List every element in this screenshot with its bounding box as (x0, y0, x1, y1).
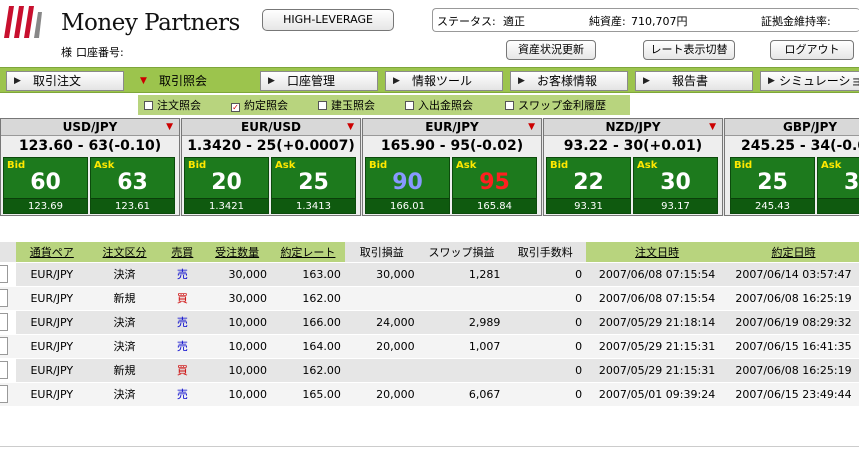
refresh-assets-button[interactable]: 資産状況更新 (506, 40, 596, 60)
row-handle[interactable] (0, 337, 8, 355)
app-root: Money Partners 様口座番号: HIGH-LEVERAGE ステータ… (0, 0, 859, 462)
execution-table-grid: 通貨ペア 注文区分 売買 受注数量 約定レート 取引損益 スワップ損益 取引手数… (0, 242, 859, 406)
checkbox-icon (405, 101, 414, 110)
nav-item-trade-order[interactable]: ▶ 取引注文 (6, 71, 124, 91)
subnav-execution-inquiry[interactable]: ✓ 約定照会 (231, 97, 288, 113)
pair-name: GBP/JPY (725, 119, 859, 136)
main-nav: ▶ 取引注文 ▼ 取引照会 ▶ 口座管理 ▶ 情報ツール ▶ お客様情報 ▶ 報… (0, 67, 859, 93)
table-row: EUR/JPY 決済 売 10,000 166.00 24,000 2,989 … (0, 309, 859, 334)
nav-item-info-tools[interactable]: ▶ 情報ツール (385, 71, 503, 91)
pair-name: EUR/JPY ▼ (363, 119, 541, 136)
col-execution-rate[interactable]: 約定レート (271, 242, 345, 263)
col-quantity[interactable]: 受注数量 (203, 242, 272, 263)
col-trade-pnl: 取引損益 (344, 242, 419, 263)
col-order-type[interactable]: 注文区分 (87, 242, 162, 263)
rate-quote: 245.25 - 34(-0.0 (741, 138, 859, 154)
rate-quote: 1.3420 - 25(+0.0007) (187, 138, 355, 154)
rate-panel-eurjpy: EUR/JPY ▼ 165.90 - 95(-0.02) Bid 90 166.0… (362, 118, 542, 216)
col-currency-pair[interactable]: 通貨ペア (15, 242, 88, 263)
row-handle[interactable] (0, 289, 8, 307)
ask-button[interactable]: Ask 30 93.17 (633, 157, 718, 214)
row-handle[interactable] (0, 361, 8, 379)
table-row: EUR/JPY 決済 売 10,000 164.00 20,000 1,007 … (0, 333, 859, 358)
high-leverage-button[interactable]: HIGH-LEVERAGE (262, 9, 394, 31)
bid-button[interactable]: Bid 90 166.01 (365, 157, 450, 214)
triangle-down-icon: ▼ (140, 76, 147, 86)
logo-mark-icon (4, 6, 42, 38)
logout-button[interactable]: ログアウト (770, 40, 854, 60)
row-handle[interactable] (0, 385, 8, 404)
rate-quote: 165.90 - 95(-0.02) (380, 138, 524, 154)
table-row: EUR/JPY 新規 買 10,000 162.00 0 2007/05/29 … (0, 357, 859, 382)
checkbox-checked-icon: ✓ (231, 103, 240, 112)
rate-panels: USD/JPY ▼ 123.60 - 63(-0.10) Bid 60 123.6… (0, 118, 859, 216)
col-swap-pnl: スワップ損益 (418, 242, 505, 263)
bid-button[interactable]: Bid 25 245.43 (730, 157, 815, 214)
status-value: 適正 (503, 15, 525, 28)
rate-quote: 123.60 - 63(-0.10) (18, 138, 162, 154)
col-execution-datetime[interactable]: 約定日時 (727, 242, 859, 263)
nav-item-customer-info[interactable]: ▶ お客様情報 (510, 71, 628, 91)
sub-nav: 注文照会 ✓ 約定照会 建玉照会 入出金照会 スワップ金利履歴 (0, 94, 859, 116)
bid-button[interactable]: Bid 60 123.69 (3, 157, 88, 214)
table-header-row: 通貨ペア 注文区分 売買 受注数量 約定レート 取引損益 スワップ損益 取引手数… (0, 242, 859, 263)
subnav-deposit-withdrawal-inquiry[interactable]: 入出金照会 (405, 97, 473, 113)
triangle-right-icon: ▶ (768, 76, 775, 86)
triangle-right-icon: ▶ (14, 76, 21, 86)
checkbox-icon (318, 101, 327, 110)
nav-item-simulation[interactable]: ▶ シミュレーション (760, 71, 859, 91)
bid-button[interactable]: Bid 20 1.3421 (184, 157, 269, 214)
rate-quote: 93.22 - 30(+0.01) (563, 138, 703, 154)
account-honorific: 様 (61, 46, 72, 59)
ask-button[interactable]: Ask 3 (817, 157, 859, 214)
table-row: EUR/JPY 決済 売 10,000 165.00 20,000 6,067 … (0, 381, 859, 406)
subnav-swap-interest-history[interactable]: スワップ金利履歴 (505, 97, 606, 113)
table-row: EUR/JPY 新規 買 30,000 162.00 0 2007/06/08 … (0, 285, 859, 310)
nav-item-account-management[interactable]: ▶ 口座管理 (260, 71, 378, 91)
dropdown-arrow-icon[interactable]: ▼ (166, 119, 173, 135)
account-label: 口座番号: (76, 46, 124, 59)
subnav-position-inquiry[interactable]: 建玉照会 (318, 97, 375, 113)
row-handle[interactable] (0, 265, 8, 283)
status-label: ステータス: (437, 15, 496, 28)
nav-item-trade-inquiry[interactable]: ▼ 取引照会 (132, 71, 250, 91)
triangle-right-icon: ▶ (268, 76, 275, 86)
rate-panel-nzdjpy: NZD/JPY ▼ 93.22 - 30(+0.01) Bid 22 93.31 … (543, 118, 723, 216)
footer-divider (0, 446, 859, 447)
pair-name: EUR/USD ▼ (182, 119, 360, 136)
dropdown-arrow-icon[interactable]: ▼ (528, 119, 535, 135)
subnav-order-inquiry[interactable]: 注文照会 (144, 97, 201, 113)
pair-name: USD/JPY ▼ (1, 119, 179, 136)
col-order-datetime[interactable]: 注文日時 (586, 242, 728, 263)
col-side[interactable]: 売買 (161, 242, 204, 263)
dropdown-arrow-icon[interactable]: ▼ (347, 119, 354, 135)
nav-item-reports[interactable]: ▶ 報告書 (635, 71, 753, 91)
checkbox-icon (505, 101, 514, 110)
dropdown-arrow-icon[interactable]: ▼ (709, 119, 716, 135)
triangle-right-icon: ▶ (518, 76, 525, 86)
row-handle[interactable] (0, 313, 8, 331)
rate-panel-gbpjpy: GBP/JPY 245.25 - 34(-0.0 Bid 25 245.43 A… (724, 118, 859, 216)
header: Money Partners 様口座番号: HIGH-LEVERAGE ステータ… (0, 0, 859, 66)
net-assets-label: 純資産: (589, 15, 626, 28)
col-commission: 取引手数料 (504, 242, 587, 263)
table-row: EUR/JPY 決済 売 30,000 163.00 30,000 1,281 … (0, 261, 859, 286)
logo-text: Money Partners (61, 10, 240, 36)
account-status-box: ステータス: 適正 純資産: 710,707円 証拠金維持率: (432, 8, 859, 32)
triangle-right-icon: ▶ (643, 76, 650, 86)
triangle-right-icon: ▶ (393, 76, 400, 86)
net-assets-value: 710,707円 (631, 15, 688, 28)
ask-button[interactable]: Ask 25 1.3413 (271, 157, 356, 214)
rate-panel-eurusd: EUR/USD ▼ 1.3420 - 25(+0.0007) Bid 20 1.3… (181, 118, 361, 216)
margin-ratio-label: 証拠金維持率: (761, 15, 831, 28)
ask-button[interactable]: Ask 63 123.61 (90, 157, 175, 214)
rate-display-toggle-button[interactable]: レート表示切替 (643, 40, 735, 60)
ask-button[interactable]: Ask 95 165.84 (452, 157, 537, 214)
pair-name: NZD/JPY ▼ (544, 119, 722, 136)
execution-table: 通貨ペア 注文区分 売買 受注数量 約定レート 取引損益 スワップ損益 取引手数… (0, 242, 859, 442)
bid-button[interactable]: Bid 22 93.31 (546, 157, 631, 214)
account-number: 様口座番号: (61, 44, 128, 60)
rate-panel-usdjpy: USD/JPY ▼ 123.60 - 63(-0.10) Bid 60 123.6… (0, 118, 180, 216)
checkbox-icon (144, 101, 153, 110)
